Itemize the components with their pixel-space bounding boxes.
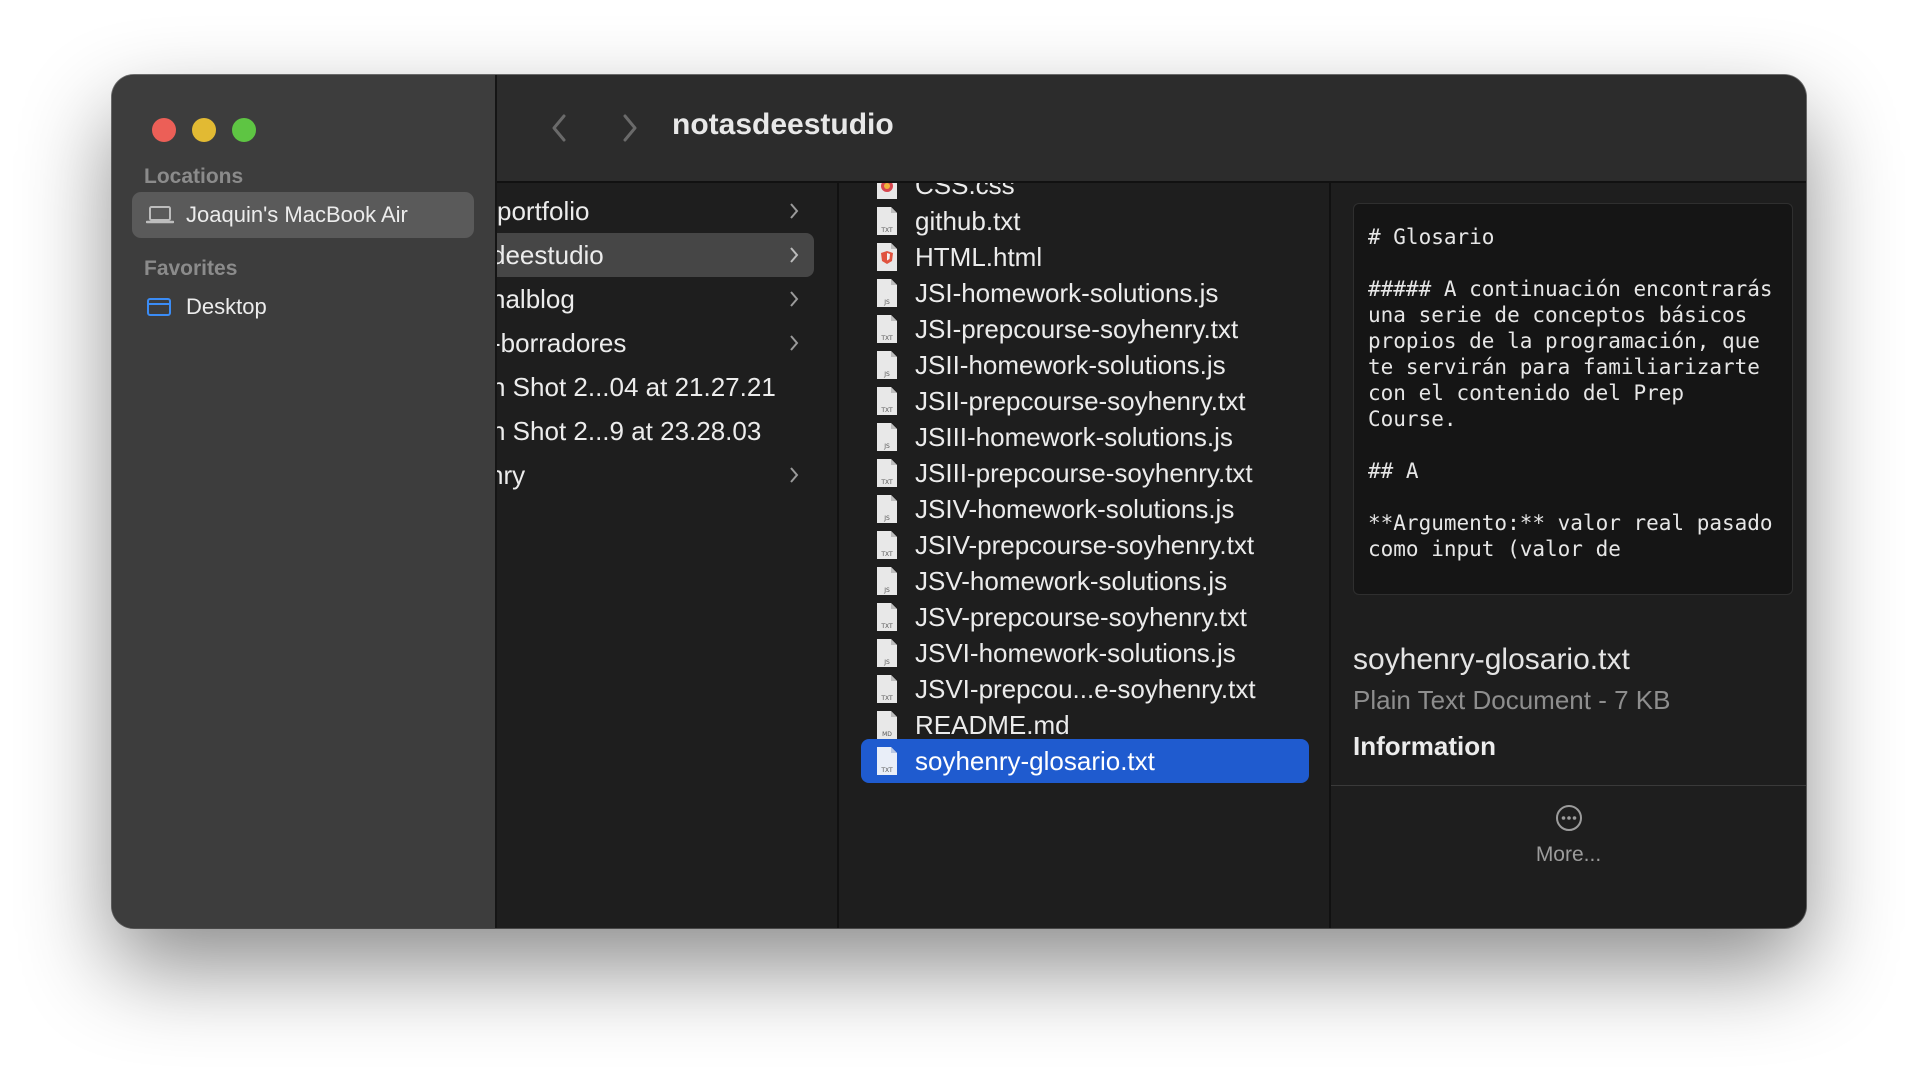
svg-text:TXT: TXT: [880, 767, 893, 774]
file-label: soyhenry-glosario.txt: [915, 745, 1155, 776]
preview-file-name: soyhenry-glosario.txt: [1353, 643, 1630, 676]
file-label: JSIII-prepcourse-soyhenry.txt: [915, 457, 1253, 488]
svg-text:TXT: TXT: [880, 623, 893, 630]
css-file-icon: [877, 183, 897, 199]
preview-thumbnail[interactable]: # Glosario ##### A continuación encontra…: [1353, 203, 1793, 595]
js-file-icon: JS: [877, 495, 897, 523]
folder-label: nalblog: [497, 283, 575, 314]
svg-text:JS: JS: [883, 659, 890, 666]
list-item[interactable]: nry: [497, 453, 814, 497]
svg-text:TXT: TXT: [880, 407, 893, 414]
text-file-icon: TXT: [877, 747, 897, 775]
information-heading: Information: [1353, 731, 1496, 761]
close-button[interactable]: [152, 118, 176, 142]
file-label: JSV-prepcourse-soyhenry.txt: [915, 601, 1247, 632]
list-item[interactable]: TXT soyhenry-glosario.txt: [861, 739, 1309, 783]
file-label: n Shot 2...04 at 21.27.21: [497, 371, 776, 402]
file-label: github.txt: [915, 205, 1021, 236]
preview-pane: # Glosario ##### A continuación encontra…: [1331, 183, 1806, 928]
svg-text:TXT: TXT: [880, 551, 893, 558]
files-column: CSS.css TXT github.txt HTML.html JS JSI-homew…: [839, 183, 1331, 928]
file-label: CSS.css: [915, 183, 1015, 200]
list-item[interactable]: nalblog: [497, 277, 814, 321]
js-file-icon: JS: [877, 279, 897, 307]
file-label: HTML.html: [915, 241, 1043, 272]
svg-text:MD: MD: [882, 731, 892, 738]
list-item[interactable]: portfolio: [497, 189, 814, 233]
text-file-icon: TXT: [877, 459, 897, 487]
js-file-icon: JS: [877, 423, 897, 451]
sidebar-item-label: Joaquin's MacBook Air: [186, 202, 408, 227]
svg-text:JS: JS: [883, 587, 890, 594]
window-title: notasdeestudio: [672, 108, 894, 141]
text-file-icon: TXT: [877, 603, 897, 631]
chevron-right-icon: [790, 467, 799, 483]
file-label: JSI-homework-solutions.js: [915, 277, 1219, 308]
svg-text:JS: JS: [883, 515, 890, 522]
html-file-icon: [877, 243, 897, 271]
window-controls: [152, 118, 256, 142]
file-label: JSIV-homework-solutions.js: [915, 493, 1235, 524]
svg-text:TXT: TXT: [880, 227, 893, 234]
locations-heading: Locations: [144, 165, 244, 188]
file-label: JSV-homework-solutions.js: [915, 565, 1228, 596]
file-label: n Shot 2...9 at 23.28.03: [497, 415, 762, 446]
file-label: JSI-prepcourse-soyhenry.txt: [915, 313, 1239, 344]
text-file-icon: TXT: [877, 387, 897, 415]
sidebar-item-macbook[interactable]: Joaquin's MacBook Air: [132, 192, 474, 238]
chevron-right-icon: [790, 291, 799, 307]
svg-text:JS: JS: [883, 299, 890, 306]
favorites-heading: Favorites: [144, 257, 238, 280]
list-item[interactable]: n Shot 2...04 at 21.27.21: [497, 365, 814, 409]
file-label: JSIII-homework-solutions.js: [915, 421, 1233, 452]
divider: [1331, 785, 1806, 786]
markdown-file-icon: MD: [877, 711, 897, 739]
svg-text:JS: JS: [883, 443, 890, 450]
file-label: JSVI-homework-solutions.js: [915, 637, 1236, 668]
back-arrow-icon[interactable]: [545, 110, 575, 146]
minimize-button[interactable]: [192, 118, 216, 142]
more-label: More...: [1535, 843, 1602, 866]
file-label: JSIV-prepcourse-soyhenry.txt: [915, 529, 1255, 560]
folder-label: portfolio: [497, 195, 590, 226]
file-label: README.md: [915, 709, 1070, 740]
js-file-icon: JS: [877, 351, 897, 379]
toolbar: notasdeestudio: [497, 75, 1806, 183]
list-item[interactable]: n Shot 2...9 at 23.28.03: [497, 409, 814, 453]
folder-label: -borradores: [497, 327, 627, 358]
sidebar: Locations Joaquin's MacBook Air Favorite…: [112, 75, 497, 928]
file-label: JSII-prepcourse-soyhenry.txt: [915, 385, 1246, 416]
text-file-icon: TXT: [877, 207, 897, 235]
chevron-right-icon: [790, 203, 799, 219]
file-label: JSVI-prepcou...e-soyhenry.txt: [915, 673, 1256, 704]
zoom-button[interactable]: [232, 118, 256, 142]
desktop-folder-icon: [146, 296, 174, 318]
finder-window: Locations Joaquin's MacBook Air Favorite…: [112, 75, 1806, 928]
preview-file-kind: Plain Text Document - 7 KB: [1353, 685, 1671, 715]
list-item[interactable]: -borradores: [497, 321, 814, 365]
chevron-right-icon: [790, 247, 799, 263]
js-file-icon: JS: [877, 567, 897, 595]
svg-text:TXT: TXT: [880, 335, 893, 342]
text-file-icon: TXT: [877, 315, 897, 343]
text-file-icon: TXT: [877, 675, 897, 703]
chevron-right-icon: [790, 335, 799, 351]
sidebar-item-label: Desktop: [186, 294, 267, 319]
folder-label: deestudio: [497, 239, 604, 270]
svg-text:JS: JS: [883, 371, 890, 378]
forward-arrow-icon[interactable]: [614, 110, 644, 146]
folder-label: nry: [497, 459, 526, 490]
svg-text:TXT: TXT: [880, 479, 893, 486]
preview-content: # Glosario ##### A continuación encontra…: [1368, 225, 1773, 561]
text-file-icon: TXT: [877, 531, 897, 559]
more-button[interactable]: More...: [1331, 803, 1806, 903]
file-label: JSII-homework-solutions.js: [915, 349, 1226, 380]
ellipsis-circle-icon: [1555, 805, 1582, 831]
svg-text:TXT: TXT: [880, 695, 893, 702]
sidebar-item-desktop[interactable]: Desktop: [132, 284, 474, 330]
js-file-icon: JS: [877, 639, 897, 667]
list-item[interactable]: deestudio: [497, 233, 814, 277]
parent-column: portfolio deestudio nalblog -borradores …: [497, 183, 839, 928]
laptop-icon: [146, 204, 174, 226]
